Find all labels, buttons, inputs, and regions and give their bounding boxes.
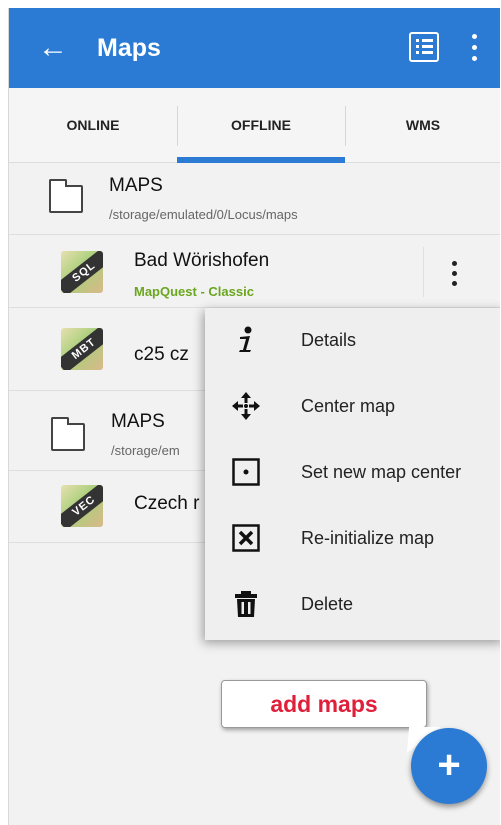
map-list-item[interactable]: SQL Bad Wörishofen MapQuest - Classic [9,235,500,308]
menu-item-center-map[interactable]: Center map [205,374,500,440]
trash-icon [231,589,261,619]
folder-title: MAPS [109,175,163,196]
folder-row[interactable]: MAPS /storage/emulated/0/Locus/maps [9,163,500,235]
menu-item-reinitialize-map[interactable]: Re-initialize map [205,506,500,572]
x-box-icon [231,523,261,553]
menu-item-label: Center map [301,396,396,416]
app-screen: ← Maps ONLINE OFFLINE WMS MAPS /storage/… [8,8,500,825]
folder-icon [49,179,83,213]
folder-path: /storage/emulated/0/Locus/maps [109,207,298,222]
folder-title: MAPS [111,411,165,432]
menu-item-label: Re-initialize map [301,528,435,548]
map-provider: MapQuest - Classic [134,284,254,299]
info-icon [231,325,261,355]
menu-item-label: Delete [301,594,354,614]
back-arrow-icon[interactable]: ← [35,30,71,66]
map-name: c25 cz [134,344,189,365]
map-thumbnail: VEC [61,485,103,527]
move-arrows-icon [231,391,261,421]
callout-text: add maps [270,691,378,717]
tab-wms[interactable]: WMS [345,88,500,163]
list-view-icon[interactable] [409,32,439,62]
folder-path: /storage/em [111,443,180,458]
tab-offline[interactable]: OFFLINE [177,88,345,163]
menu-item-delete[interactable]: Delete [205,572,500,638]
tab-bar: ONLINE OFFLINE WMS [9,88,500,163]
row-divider [423,247,424,297]
menu-item-set-new-map-center[interactable]: Set new map center [205,440,500,506]
add-map-button[interactable]: + [411,728,487,804]
tab-online[interactable]: ONLINE [9,88,177,163]
map-name: Bad Wörishofen [134,250,270,271]
map-format-badge: VEC [61,485,103,527]
menu-item-details[interactable]: Details [205,308,500,374]
menu-item-label: Details [301,330,357,350]
map-format-badge: MBT [61,328,103,370]
add-maps-callout: add maps [221,680,442,753]
map-thumbnail: SQL [61,251,103,293]
map-format-badge: SQL [61,251,103,293]
page-title: Maps [97,34,161,62]
map-name: Czech r [134,493,200,514]
app-bar: ← Maps [9,8,500,88]
item-more-icon[interactable] [450,259,460,289]
menu-item-label: Set new map center [301,462,462,482]
overflow-menu-icon[interactable] [465,32,485,64]
map-context-menu: Details Center map Set new map center Re… [205,308,500,640]
map-thumbnail: MBT [61,328,103,370]
folder-icon [51,417,85,451]
center-dot-icon [231,457,261,487]
